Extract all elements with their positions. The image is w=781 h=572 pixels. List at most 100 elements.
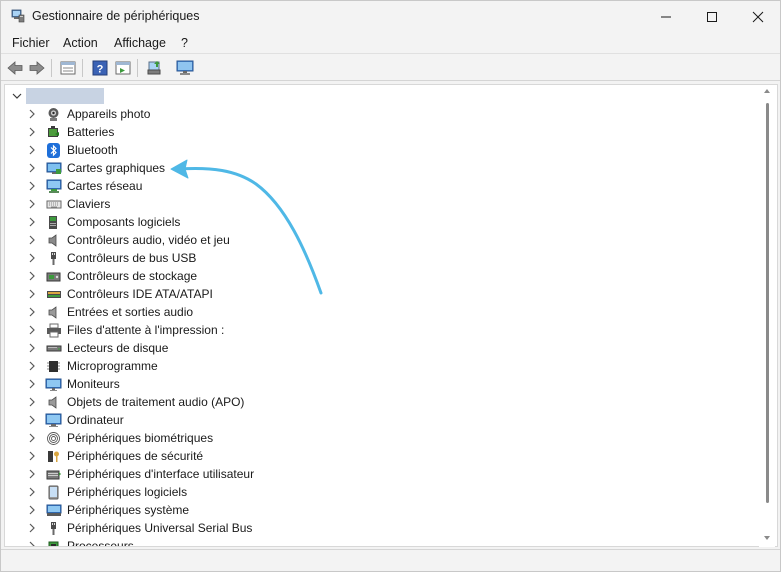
menu-bar: Fichier Action Affichage ? — [1, 32, 780, 54]
menu-fichier[interactable]: Fichier — [12, 36, 50, 50]
tree-category-row[interactable]: Cartes réseau — [5, 177, 777, 195]
tree-category-row[interactable]: Composants logiciels — [5, 213, 777, 231]
properties-button[interactable] — [59, 59, 77, 77]
tree-category-row[interactable]: Lecteurs de disque — [5, 339, 777, 357]
chevron-right-icon[interactable] — [27, 360, 37, 372]
chevron-right-icon[interactable] — [27, 342, 37, 354]
tree-category-label: Lecteurs de disque — [67, 341, 169, 355]
monitor-button[interactable] — [176, 59, 194, 77]
scroll-down-icon[interactable] — [763, 534, 771, 542]
chevron-right-icon[interactable] — [27, 378, 37, 390]
tree-category-row[interactable]: Batteries — [5, 123, 777, 141]
chevron-down-icon[interactable] — [11, 90, 23, 102]
tree-category-row[interactable]: Contrôleurs de bus USB — [5, 249, 777, 267]
tree-category-label: Files d'attente à l'impression : — [67, 323, 225, 337]
fingerprint-icon — [45, 430, 62, 446]
device-tree[interactable]: Appareils photo Batteries Bluetooth Cartes … — [4, 84, 778, 547]
vertical-scrollbar[interactable] — [759, 85, 775, 547]
tree-category-row[interactable]: Cartes graphiques — [5, 159, 777, 177]
chevron-right-icon[interactable] — [27, 504, 37, 516]
tree-category-row[interactable]: Contrôleurs IDE ATA/ATAPI — [5, 285, 777, 303]
chevron-right-icon[interactable] — [27, 108, 37, 120]
svg-text:?: ? — [97, 64, 104, 76]
processor-icon — [45, 538, 62, 546]
device-manager-app-icon — [11, 9, 25, 23]
tree-category-label: Contrôleurs audio, vidéo et jeu — [67, 233, 230, 247]
tree-category-label: Périphériques logiciels — [67, 485, 188, 499]
tree-category-row[interactable]: Objets de traitement audio (APO) — [5, 393, 777, 411]
tree-category-row[interactable]: Claviers — [5, 195, 777, 213]
scroll-up-icon[interactable] — [763, 87, 771, 95]
tree-category-label: Batteries — [67, 125, 115, 139]
maximize-icon — [707, 11, 717, 22]
tree-category-label: Cartes graphiques — [67, 161, 166, 175]
maximize-button[interactable] — [689, 1, 735, 32]
tree-category-row[interactable]: Bluetooth — [5, 141, 777, 159]
chevron-right-icon[interactable] — [27, 468, 37, 480]
forward-button[interactable] — [28, 59, 46, 77]
chevron-right-icon[interactable] — [27, 450, 37, 462]
tree-category-row[interactable]: Entrées et sorties audio — [5, 303, 777, 321]
menu-help[interactable]: ? — [181, 36, 188, 50]
scrollbar-thumb[interactable] — [766, 103, 769, 503]
minimize-button[interactable] — [643, 1, 689, 32]
help-button[interactable]: ? — [91, 59, 109, 77]
chevron-right-icon[interactable] — [27, 522, 37, 534]
scan-hardware-button[interactable] — [145, 59, 163, 77]
firmware-chip-icon — [45, 358, 62, 374]
chevron-right-icon[interactable] — [27, 306, 37, 318]
tree-category-label: Périphériques d'interface utilisateur — [67, 467, 255, 481]
tree-category-row[interactable]: Périphériques système — [5, 501, 777, 519]
software-device-icon — [45, 484, 62, 500]
chevron-right-icon[interactable] — [27, 180, 37, 192]
menu-affichage[interactable]: Affichage — [114, 36, 166, 50]
printer-icon — [45, 322, 62, 338]
speaker-icon — [45, 304, 62, 320]
chevron-right-icon[interactable] — [27, 324, 37, 336]
status-bar — [1, 549, 780, 571]
chevron-right-icon[interactable] — [27, 432, 37, 444]
chevron-right-icon[interactable] — [27, 216, 37, 228]
chevron-right-icon[interactable] — [27, 396, 37, 408]
disk-drive-icon — [45, 340, 62, 356]
chevron-right-icon[interactable] — [27, 486, 37, 498]
chevron-right-icon[interactable] — [27, 126, 37, 138]
usb-icon — [45, 250, 62, 266]
tree-category-row[interactable]: Périphériques logiciels — [5, 483, 777, 501]
chevron-right-icon[interactable] — [27, 270, 37, 282]
tree-category-row[interactable]: Contrôleurs audio, vidéo et jeu — [5, 231, 777, 249]
audio-controller-icon — [45, 232, 62, 248]
tree-category-row[interactable]: Ordinateur — [5, 411, 777, 429]
network-adapter-icon — [45, 178, 62, 194]
chevron-right-icon[interactable] — [27, 234, 37, 246]
tree-category-label: Appareils photo — [67, 107, 151, 121]
tree-category-row[interactable]: Microprogramme — [5, 357, 777, 375]
tree-category-row[interactable]: Périphériques d'interface utilisateur — [5, 465, 777, 483]
tree-root-row[interactable] — [5, 87, 777, 105]
view-button[interactable] — [114, 59, 132, 77]
ide-controller-icon — [45, 286, 62, 302]
computer-name-label[interactable] — [26, 88, 104, 104]
tree-category-row[interactable]: Périphériques de sécurité — [5, 447, 777, 465]
tree-category-label: Contrôleurs de stockage — [67, 269, 198, 283]
chevron-right-icon[interactable] — [27, 288, 37, 300]
chevron-right-icon[interactable] — [27, 414, 37, 426]
tree-category-label: Contrôleurs de bus USB — [67, 251, 197, 265]
close-button[interactable] — [735, 1, 780, 32]
chevron-right-icon[interactable] — [27, 198, 37, 210]
tree-category-row[interactable]: Périphériques biométriques — [5, 429, 777, 447]
tree-category-row[interactable]: Moniteurs — [5, 375, 777, 393]
chevron-right-icon[interactable] — [27, 540, 37, 547]
tree-category-row[interactable]: Files d'attente à l'impression : — [5, 321, 777, 339]
tree-category-row[interactable]: Appareils photo — [5, 105, 777, 123]
close-icon — [752, 11, 764, 22]
chevron-right-icon[interactable] — [27, 162, 37, 174]
menu-action[interactable]: Action — [63, 36, 98, 50]
chevron-right-icon[interactable] — [27, 252, 37, 264]
tree-category-row[interactable]: Contrôleurs de stockage — [5, 267, 777, 285]
tree-category-row[interactable]: Périphériques Universal Serial Bus — [5, 519, 777, 537]
tree-category-row[interactable]: Processeurs — [5, 537, 777, 547]
chevron-right-icon[interactable] — [27, 144, 37, 156]
back-button[interactable] — [6, 59, 24, 77]
usb-plug-icon — [45, 520, 62, 536]
